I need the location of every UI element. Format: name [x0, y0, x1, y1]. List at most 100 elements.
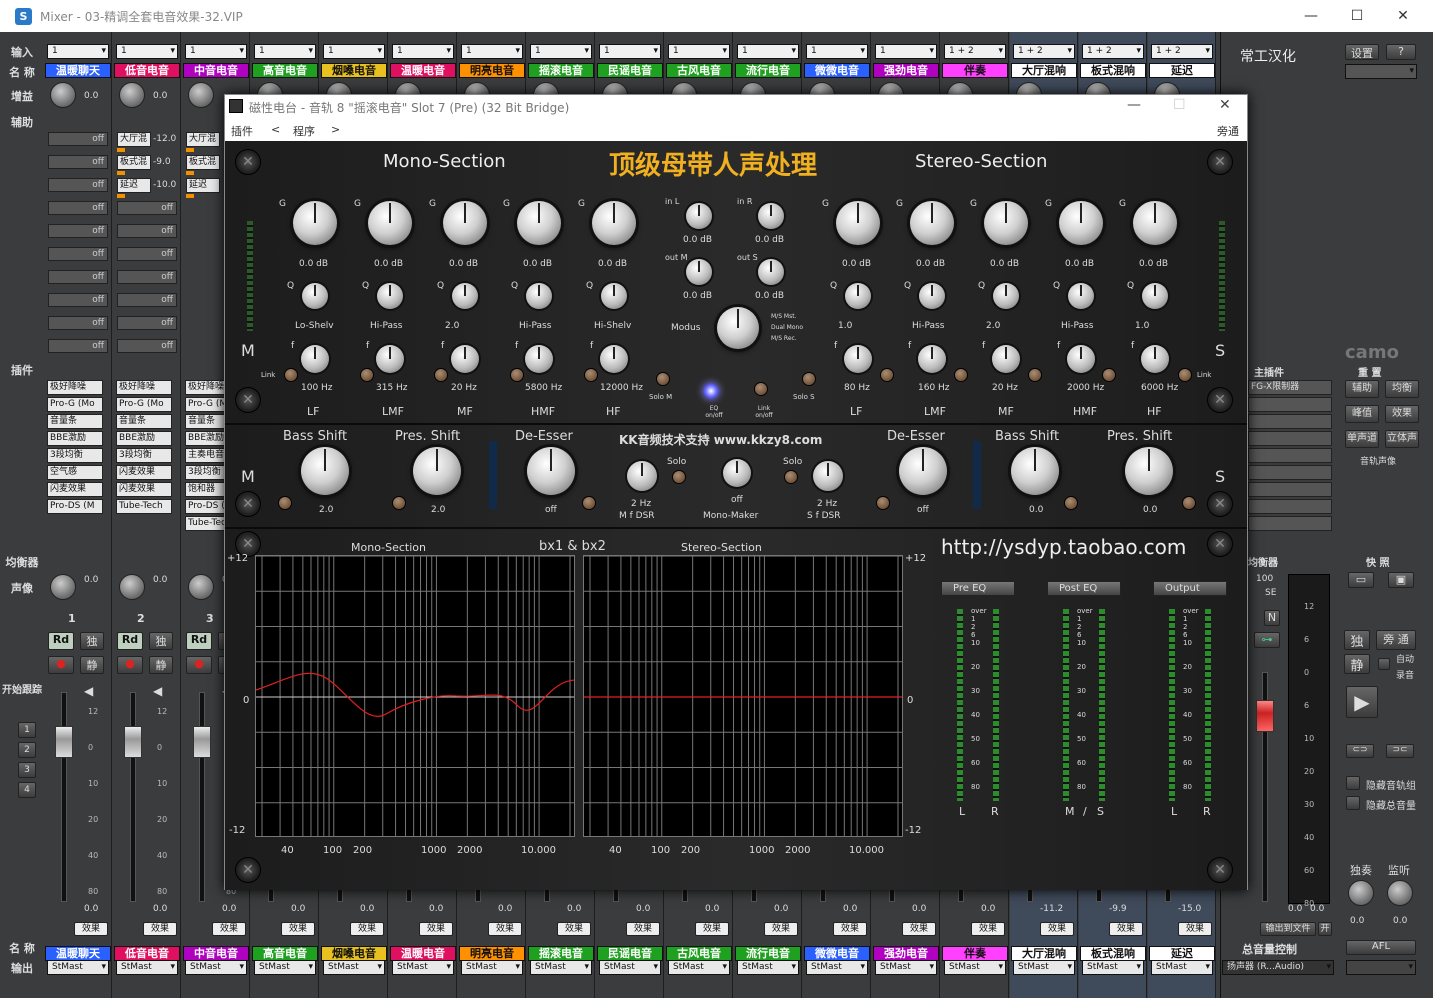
effect-button[interactable]: 效果: [74, 922, 108, 936]
minimize-icon[interactable]: —: [1288, 3, 1334, 29]
volume-fader-handle[interactable]: [193, 726, 211, 758]
pan-knob[interactable]: [50, 574, 76, 600]
output-select[interactable]: StMast: [599, 960, 661, 975]
settings-button[interactable]: 设置: [1345, 44, 1379, 60]
link-led[interactable]: [361, 369, 373, 381]
q-knob[interactable]: [452, 283, 478, 309]
track-name[interactable]: 强劲电音: [873, 63, 939, 78]
send-slot[interactable]: off: [48, 270, 108, 284]
read-button[interactable]: Rd: [117, 632, 143, 650]
insert-slot[interactable]: 闪麦效果: [47, 482, 103, 497]
master-insert-slot[interactable]: [1248, 482, 1332, 497]
effect-button[interactable]: 效果: [1178, 922, 1212, 936]
insert-slot[interactable]: 闪麦效果: [116, 482, 172, 497]
send-slot[interactable]: off: [48, 293, 108, 307]
q-knob[interactable]: [601, 283, 627, 309]
output-select[interactable]: StMast: [116, 960, 178, 975]
send-slot[interactable]: off: [117, 224, 177, 238]
track-name[interactable]: 明亮电音: [459, 63, 525, 78]
output-select[interactable]: StMast: [185, 960, 247, 975]
track-group-button[interactable]: 2: [18, 742, 36, 758]
s-solo-led[interactable]: [785, 471, 797, 483]
input-select[interactable]: 1: [806, 44, 868, 59]
input-select[interactable]: 1: [875, 44, 937, 59]
auto-checkbox[interactable]: [1378, 658, 1390, 670]
m-dsr-knob[interactable]: [627, 461, 657, 491]
mono-maker-knob[interactable]: [723, 459, 751, 487]
effect-button[interactable]: 效果: [626, 922, 660, 936]
save-icon[interactable]: ▣: [1388, 572, 1414, 588]
output-select[interactable]: StMast: [461, 960, 523, 975]
insert-slot[interactable]: Pro-G (Mo: [116, 397, 172, 412]
send-level[interactable]: -10.0: [153, 180, 176, 190]
q-knob[interactable]: [919, 283, 945, 309]
send-slot[interactable]: off: [117, 270, 177, 284]
gain-knob[interactable]: [368, 201, 412, 245]
effect-button[interactable]: 效果: [1109, 922, 1143, 936]
track-group-button[interactable]: 1: [18, 722, 36, 738]
master-insert-slot[interactable]: [1248, 414, 1332, 429]
master-insert-slot[interactable]: [1248, 431, 1332, 446]
track-name-bottom[interactable]: 温暖聊天: [45, 946, 111, 961]
effect-button[interactable]: 效果: [557, 922, 591, 936]
freq-knob[interactable]: [992, 345, 1020, 373]
master-preset-select[interactable]: [1345, 64, 1417, 79]
insert-slot[interactable]: 3段均衡: [47, 448, 103, 463]
n-button[interactable]: N: [1264, 610, 1280, 626]
play-icon[interactable]: ▶: [1346, 686, 1378, 718]
insert-slot[interactable]: 闪麦效果: [116, 465, 172, 480]
input-select[interactable]: 1: [668, 44, 730, 59]
menu-program[interactable]: 程序: [293, 123, 315, 139]
q-knob[interactable]: [526, 283, 552, 309]
track-name-bottom[interactable]: 民谣电音: [597, 946, 663, 961]
pan-knob[interactable]: [188, 574, 214, 600]
maximize-icon[interactable]: ☐: [1334, 3, 1380, 29]
link-led[interactable]: [1029, 369, 1041, 381]
volume-fader-track[interactable]: [61, 692, 67, 902]
freq-knob[interactable]: [844, 345, 872, 373]
volume-fader-handle[interactable]: [124, 726, 142, 758]
export-on-button[interactable]: 开: [1318, 922, 1332, 936]
input-select[interactable]: 1: [530, 44, 592, 59]
effect-button[interactable]: 效果: [143, 922, 177, 936]
insert-slot[interactable]: Pro-G (Mo: [47, 397, 103, 412]
q-knob[interactable]: [845, 283, 871, 309]
link-led[interactable]: [511, 369, 523, 381]
input-select[interactable]: 1: [737, 44, 799, 59]
track-name[interactable]: 民谣电音: [597, 63, 663, 78]
insert-slot[interactable]: 音量条: [116, 414, 172, 429]
volume-fader-handle[interactable]: [55, 726, 73, 758]
gain-knob[interactable]: [984, 201, 1028, 245]
mid-knob[interactable]: [1011, 447, 1059, 495]
hide-total-checkbox[interactable]: [1346, 796, 1360, 810]
io-knob[interactable]: [758, 203, 784, 229]
link-led[interactable]: [393, 497, 405, 509]
gain-knob[interactable]: [1133, 201, 1177, 245]
mute-button[interactable]: 静: [80, 656, 104, 674]
link-led[interactable]: [955, 369, 967, 381]
io-knob[interactable]: [758, 259, 784, 285]
effect-button[interactable]: 效果: [488, 922, 522, 936]
track-name-bottom[interactable]: 大厅混响: [1011, 946, 1077, 961]
effect-button[interactable]: 效果: [902, 922, 936, 936]
master-fader-handle[interactable]: [1256, 700, 1274, 732]
send-level[interactable]: -12.0: [153, 134, 176, 144]
send-slot[interactable]: off: [48, 178, 108, 192]
folder-icon[interactable]: ▭: [1348, 572, 1374, 588]
track-name-bottom[interactable]: 微微电音: [804, 946, 870, 961]
link-left-icon[interactable]: ⊂⊃: [1346, 744, 1374, 758]
track-group-button[interactable]: 3: [18, 762, 36, 778]
master-view-button[interactable]: 峰值: [1345, 405, 1379, 423]
link-right-icon[interactable]: ⊃⊂: [1386, 744, 1414, 758]
solo-button[interactable]: 独: [149, 632, 173, 650]
insert-slot[interactable]: 音量条: [47, 414, 103, 429]
gain-knob[interactable]: [1059, 201, 1103, 245]
send-name[interactable]: 板式混: [186, 155, 220, 170]
insert-slot[interactable]: 3段均衡: [116, 448, 172, 463]
input-select[interactable]: 1: [185, 44, 247, 59]
effect-button[interactable]: 效果: [695, 922, 729, 936]
send-name[interactable]: 大厅混: [117, 132, 151, 147]
link-led[interactable]: [285, 369, 297, 381]
gain-knob[interactable]: [836, 201, 880, 245]
volume-fader-track[interactable]: [130, 692, 136, 902]
